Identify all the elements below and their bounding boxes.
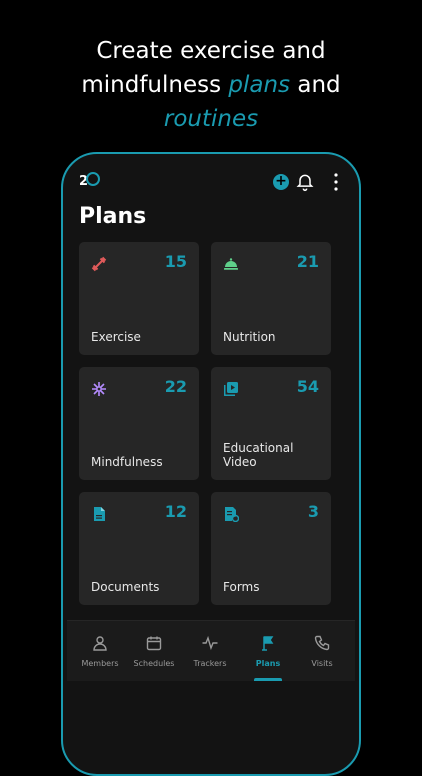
bell-icon[interactable] bbox=[295, 172, 315, 192]
plan-label: Nutrition bbox=[223, 330, 276, 344]
plan-label: Educational Video bbox=[223, 441, 294, 469]
tab-members[interactable]: Members bbox=[73, 621, 127, 681]
plan-label: Forms bbox=[223, 580, 260, 594]
logo-ring-icon bbox=[86, 172, 101, 186]
tab-visits[interactable]: Visits bbox=[295, 621, 349, 681]
form-icon bbox=[225, 507, 239, 522]
plan-label: Mindfulness bbox=[91, 455, 163, 469]
plan-card-documents[interactable]: 12 Documents bbox=[79, 492, 199, 605]
plan-count: 22 bbox=[164, 377, 187, 396]
headline-line-2-suffix: and bbox=[290, 72, 341, 98]
person-icon bbox=[93, 636, 107, 651]
headline-line-1: Create exercise and bbox=[96, 38, 326, 64]
plan-card-mindfulness[interactable]: 22 Mindfulness bbox=[79, 367, 199, 480]
marketing-headline: Create exercise and mindfulness plans an… bbox=[0, 34, 422, 136]
tab-schedules[interactable]: Schedules bbox=[127, 621, 181, 681]
plan-card-nutrition[interactable]: 21 Nutrition bbox=[211, 242, 331, 355]
active-tab-indicator bbox=[254, 678, 282, 681]
tab-label: Trackers bbox=[193, 659, 227, 668]
page-title: Plans bbox=[79, 204, 147, 229]
bottom-tab-bar: Members Schedules Trackers Plans Visits bbox=[67, 620, 355, 681]
more-options-icon[interactable] bbox=[329, 172, 343, 192]
tab-trackers[interactable]: Trackers bbox=[183, 621, 237, 681]
headline-accent-plans: plans bbox=[228, 72, 291, 98]
app-header: 2 + bbox=[79, 172, 343, 196]
tab-label: Plans bbox=[255, 659, 281, 668]
plan-card-educational-video[interactable]: 54 Educational Video bbox=[211, 367, 331, 480]
pulse-icon bbox=[202, 635, 218, 651]
headline-line-2-prefix: mindfulness bbox=[81, 72, 229, 98]
add-button[interactable]: + bbox=[273, 174, 289, 190]
phone-icon bbox=[314, 635, 330, 651]
document-icon bbox=[94, 507, 105, 521]
app-logo: 2 bbox=[79, 172, 101, 189]
video-library-icon bbox=[224, 382, 238, 396]
dumbbell-icon bbox=[91, 256, 107, 272]
calendar-icon bbox=[146, 636, 162, 651]
plan-count: 15 bbox=[164, 252, 187, 271]
plan-card-forms[interactable]: 3 Forms bbox=[211, 492, 331, 605]
plan-label: Documents bbox=[91, 580, 160, 594]
tab-label: Visits bbox=[311, 659, 333, 668]
phone-frame: 2 + Plans 15 Exercise 21 Nutrition 22 Mi… bbox=[61, 152, 361, 776]
mandala-icon bbox=[92, 382, 106, 396]
tab-label: Members bbox=[81, 659, 119, 668]
headline-line-2: mindfulness plans and bbox=[0, 68, 422, 102]
cloche-icon bbox=[224, 258, 238, 270]
plan-label: Exercise bbox=[91, 330, 141, 344]
headline-accent-routines: routines bbox=[163, 106, 259, 132]
plan-count: 12 bbox=[164, 502, 187, 521]
plan-count: 3 bbox=[307, 502, 319, 521]
tab-label: Schedules bbox=[133, 659, 175, 668]
plan-count: 54 bbox=[296, 377, 319, 396]
plan-card-exercise[interactable]: 15 Exercise bbox=[79, 242, 199, 355]
plan-count: 21 bbox=[296, 252, 319, 271]
tab-plans[interactable]: Plans bbox=[241, 621, 295, 681]
flag-icon bbox=[262, 636, 274, 651]
